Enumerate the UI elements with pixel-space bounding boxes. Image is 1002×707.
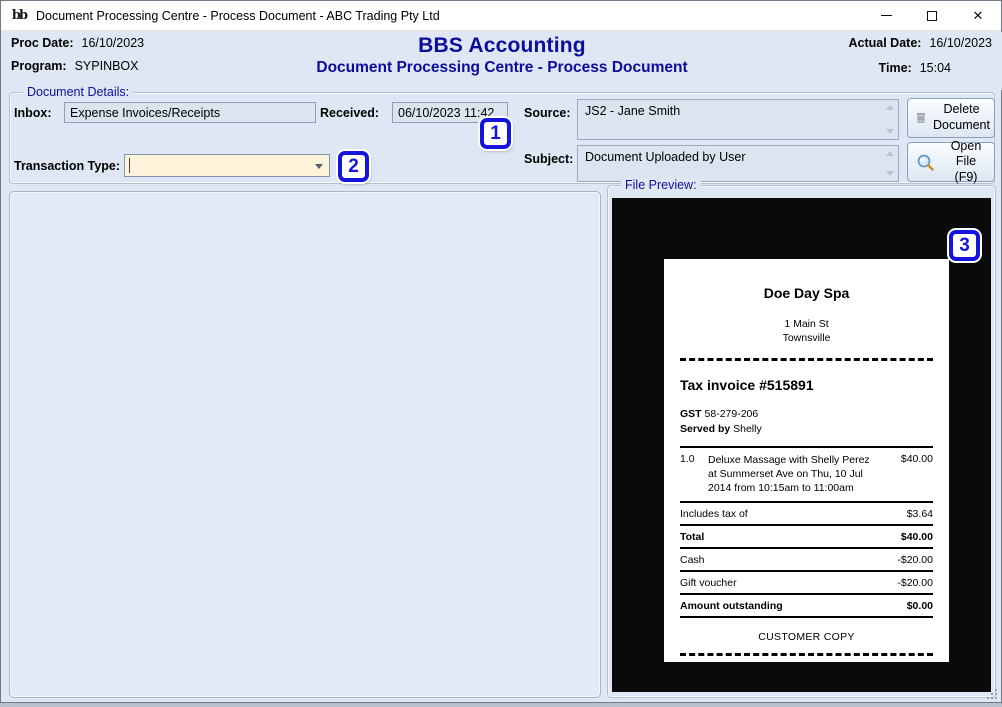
total-label: Amount outstanding — [680, 600, 783, 612]
bbs-logo-icon: bb — [10, 7, 28, 25]
minimize-icon — [881, 15, 892, 16]
screen-title: Document Processing Centre - Process Doc… — [2, 59, 1002, 77]
header: Proc Date: 16/10/2023 Program: SYPINBOX … — [2, 32, 1002, 90]
app-window: bb Document Processing Centre - Process … — [0, 0, 1002, 703]
item-amount: $40.00 — [887, 453, 933, 496]
title-bar: bb Document Processing Centre - Process … — [1, 1, 1001, 31]
subject-value: Document Uploaded by User — [585, 150, 878, 164]
inbox-label: Inbox: — [14, 106, 52, 120]
chevron-up-icon[interactable] — [886, 105, 894, 110]
item-description: Deluxe Massage with Shelly Perez at Summ… — [708, 453, 887, 496]
desktop-edge — [0, 703, 1002, 707]
close-icon: ✕ — [973, 9, 984, 22]
receipt-total-row: Includes tax of $3.64 — [680, 503, 933, 526]
annotation-badge-1: 1 — [480, 118, 511, 149]
received-label: Received: — [320, 106, 379, 120]
receipt-divider — [680, 358, 933, 361]
proc-date-value: 16/10/2023 — [82, 36, 145, 50]
receipt-footer: CUSTOMER COPY — [680, 631, 933, 643]
chevron-down-icon[interactable] — [886, 171, 894, 176]
inbox-field[interactable] — [64, 102, 316, 123]
chevron-down-icon[interactable] — [315, 164, 323, 169]
receipt-gst-line: GST 58-279-206 — [680, 407, 933, 422]
total-amount: $3.64 — [907, 508, 933, 520]
maximize-icon — [927, 11, 937, 21]
program-value: SYPINBOX — [75, 59, 139, 73]
receipt-preview: Doe Day Spa 1 Main St Townsville Tax inv… — [664, 259, 949, 662]
receipt-total-row: Total $40.00 — [680, 526, 933, 549]
document-details-group-label: Document Details: — [23, 85, 133, 99]
time-row: Time: 15:04 — [879, 61, 951, 75]
receipt-served-line: Served by Shelly — [680, 422, 933, 437]
total-amount: $0.00 — [907, 600, 933, 612]
receipt-invoice-title: Tax invoice #515891 — [680, 377, 933, 393]
receipt-line-item: 1.0 Deluxe Massage with Shelly Perez at … — [680, 446, 933, 504]
actual-date-label: Actual Date: — [849, 36, 922, 50]
proc-date-row: Proc Date: 16/10/2023 — [11, 36, 144, 50]
subject-scrollbar[interactable] — [882, 147, 897, 180]
receipt-total-row: Gift voucher -$20.00 — [680, 572, 933, 595]
trash-icon — [916, 108, 926, 128]
receipt-address-line1: 1 Main St — [680, 317, 933, 331]
total-amount: -$20.00 — [897, 554, 933, 566]
open-file-button[interactable]: Open File(F9) — [907, 142, 995, 182]
receipt-address: 1 Main St Townsville — [680, 317, 933, 345]
source-scrollbar[interactable] — [882, 101, 897, 138]
file-preview-group: File Preview: Doe Day Spa 1 Main St Town… — [607, 185, 996, 698]
subject-field[interactable]: Document Uploaded by User — [577, 145, 899, 182]
subject-label: Subject: — [524, 152, 573, 166]
total-label: Total — [680, 531, 704, 543]
source-field[interactable]: JS2 - Jane Smith — [577, 99, 899, 140]
minimize-button[interactable] — [863, 1, 909, 31]
chevron-down-icon[interactable] — [886, 129, 894, 134]
magnifier-icon — [916, 153, 935, 172]
time-label: Time: — [879, 61, 912, 75]
total-label: Cash — [680, 554, 705, 566]
annotation-badge-2: 2 — [338, 151, 369, 182]
total-label: Gift voucher — [680, 577, 737, 589]
file-preview-group-label: File Preview: — [621, 178, 701, 192]
document-details-group: Document Details: Inbox: Received: Sourc… — [9, 92, 995, 184]
proc-date-label: Proc Date: — [11, 36, 74, 50]
receipt-address-line2: Townsville — [680, 331, 933, 345]
source-label: Source: — [524, 106, 571, 120]
total-amount: $40.00 — [901, 531, 933, 543]
resize-grip[interactable] — [995, 697, 997, 699]
text-caret — [129, 158, 130, 173]
window-title: Document Processing Centre - Process Doc… — [36, 9, 440, 23]
maximize-button[interactable] — [909, 1, 955, 31]
chevron-up-icon[interactable] — [886, 151, 894, 156]
delete-document-button[interactable]: DeleteDocument — [907, 98, 995, 138]
receipt-total-row: Cash -$20.00 — [680, 549, 933, 572]
delete-document-label: DeleteDocument — [933, 102, 994, 133]
close-button[interactable]: ✕ — [955, 1, 1001, 31]
program-label: Program: — [11, 59, 67, 73]
file-preview-canvas: Doe Day Spa 1 Main St Townsville Tax inv… — [612, 198, 991, 692]
receipt-total-row: Amount outstanding $0.00 — [680, 595, 933, 618]
item-qty: 1.0 — [680, 453, 708, 496]
source-value: JS2 - Jane Smith — [585, 104, 878, 118]
document-content-panel — [9, 191, 601, 698]
total-label: Includes tax of — [680, 508, 748, 520]
receipt-divider — [680, 653, 933, 656]
transaction-type-combobox[interactable] — [124, 154, 330, 177]
receipt-store-name: Doe Day Spa — [680, 285, 933, 301]
time-value: 15:04 — [920, 61, 951, 75]
total-amount: -$20.00 — [897, 577, 933, 589]
receipt-meta: GST 58-279-206 Served by Shelly — [680, 407, 933, 436]
program-row: Program: SYPINBOX — [11, 59, 139, 73]
open-file-label: Open File(F9) — [942, 139, 994, 186]
actual-date-value: 16/10/2023 — [929, 36, 992, 50]
transaction-type-label: Transaction Type: — [14, 159, 120, 173]
annotation-badge-3: 3 — [949, 230, 980, 261]
actual-date-row: Actual Date: 16/10/2023 — [849, 36, 993, 50]
